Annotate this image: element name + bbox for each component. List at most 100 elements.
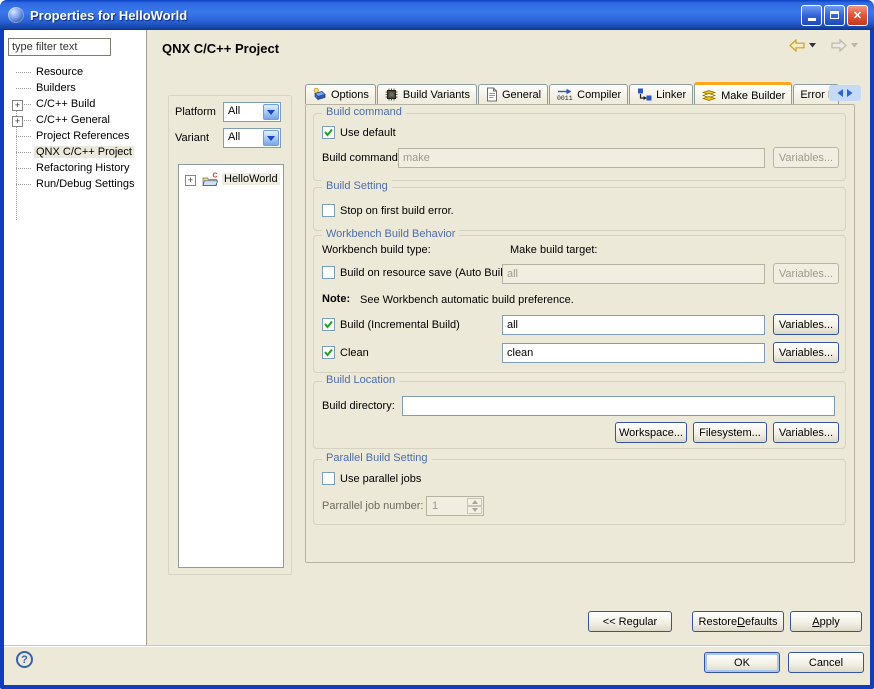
- platform-select[interactable]: All: [223, 102, 281, 122]
- sidebar-item-qnx-project[interactable]: QNX C/C++ Project: [4, 144, 146, 160]
- parallel-build-group: Parallel Build Setting Use parallel jobs…: [313, 459, 846, 525]
- variant-row: Variant All: [175, 128, 281, 148]
- platform-row: Platform All: [175, 102, 281, 122]
- sidebar-item-builders[interactable]: Builders: [4, 80, 146, 96]
- forward-menu-caret-icon: [851, 43, 858, 48]
- back-icon[interactable]: [788, 39, 806, 52]
- project-tree: + C HelloWorld: [178, 164, 284, 568]
- scroll-tabs-right-icon[interactable]: [847, 89, 853, 97]
- group-title: Build Location: [322, 374, 399, 386]
- use-parallel-jobs-checkbox[interactable]: [322, 472, 335, 485]
- sidebar-item-refactoring-history[interactable]: Refactoring History: [4, 160, 146, 176]
- tab-strip: Options Build Variants: [305, 82, 861, 104]
- tab-scroll-controls: [829, 85, 861, 101]
- window-title: Properties for HelloWorld: [30, 8, 801, 23]
- back-menu-caret-icon[interactable]: [809, 43, 816, 48]
- scroll-tabs-left-icon[interactable]: [837, 89, 843, 97]
- incremental-build-checkbox[interactable]: [322, 318, 335, 331]
- build-variants-icon: [384, 87, 399, 102]
- regular-toggle-button[interactable]: << Regular: [588, 611, 672, 632]
- group-title: Build Setting: [322, 180, 392, 192]
- incremental-target-input[interactable]: [502, 315, 765, 335]
- tab-options[interactable]: Options: [305, 84, 376, 104]
- linker-icon: [636, 87, 652, 102]
- clean-target-input[interactable]: [502, 343, 765, 363]
- sidebar-item-project-references[interactable]: Project References: [4, 128, 146, 144]
- help-button[interactable]: ?: [16, 651, 33, 668]
- svg-text:C: C: [213, 172, 218, 179]
- apply-button[interactable]: Apply: [790, 611, 862, 632]
- build-directory-label: Build directory:: [322, 400, 395, 412]
- window-icon: [8, 7, 24, 23]
- maximize-button[interactable]: [824, 5, 845, 26]
- clean-checkbox[interactable]: [322, 346, 335, 359]
- group-title: Build command: [322, 106, 406, 118]
- tab-make-builder[interactable]: Make Builder: [694, 82, 792, 104]
- ok-button[interactable]: OK: [704, 652, 780, 673]
- parallel-job-number-label: Parrallel job number:: [322, 500, 424, 512]
- tab-linker[interactable]: Linker: [629, 84, 693, 104]
- sidebar-item-cpp-general[interactable]: +C/C++ General: [4, 112, 146, 128]
- cancel-button[interactable]: Cancel: [788, 652, 864, 673]
- use-default-row: Use default: [322, 126, 396, 139]
- stepper-arrows: [467, 498, 482, 514]
- variant-select[interactable]: All: [223, 128, 281, 148]
- sidebar-item-run-debug-settings[interactable]: Run/Debug Settings: [4, 176, 146, 192]
- variant-label: Variant: [175, 132, 223, 144]
- platform-label: Platform: [175, 106, 223, 118]
- parallel-job-number-stepper: 1: [426, 496, 484, 516]
- footer-separator: [4, 645, 870, 647]
- compiler-icon: 0011: [556, 87, 573, 102]
- minimize-button[interactable]: [801, 5, 822, 26]
- make-build-target-label: Make build target:: [510, 244, 597, 256]
- build-command-input: [398, 148, 765, 168]
- variables-button: Variables...: [773, 147, 839, 168]
- close-button[interactable]: ✕: [847, 5, 868, 26]
- c-project-folder-icon: C: [201, 172, 219, 187]
- build-setting-group: Build Setting Stop on first build error.: [313, 187, 846, 231]
- tab-general[interactable]: General: [478, 84, 548, 104]
- variables-button[interactable]: Variables...: [773, 314, 839, 335]
- workspace-button[interactable]: Workspace...: [615, 422, 687, 443]
- sidebar-divider: [146, 30, 147, 645]
- chevron-down-icon[interactable]: [263, 130, 279, 146]
- filesystem-button[interactable]: Filesystem...: [693, 422, 767, 443]
- auto-build-checkbox[interactable]: [322, 266, 335, 279]
- tab-compiler[interactable]: 0011 Compiler: [549, 84, 628, 104]
- expand-icon[interactable]: +: [185, 175, 196, 186]
- variables-button: Variables...: [773, 263, 839, 284]
- build-location-group: Build Location Build directory: Workspac…: [313, 381, 846, 449]
- preferences-tree: Resource Builders +C/C++ Build +C/C++ Ge…: [4, 64, 146, 192]
- stepper-down-icon: [467, 506, 482, 514]
- stop-on-error-checkbox[interactable]: [322, 204, 335, 217]
- restore-defaults-button[interactable]: Restore Defaults: [692, 611, 784, 632]
- history-nav: [788, 39, 858, 52]
- expand-icon[interactable]: +: [12, 116, 23, 127]
- title-bar[interactable]: Properties for HelloWorld ✕: [0, 0, 874, 30]
- dialog-body: Resource Builders +C/C++ Build +C/C++ Ge…: [4, 30, 870, 685]
- filter-input[interactable]: [8, 38, 111, 56]
- svg-text:0011: 0011: [557, 95, 573, 102]
- note-text: See Workbench automatic build preference…: [360, 294, 574, 306]
- build-directory-input[interactable]: [402, 396, 835, 416]
- chevron-down-icon[interactable]: [263, 104, 279, 120]
- sidebar-item-resource[interactable]: Resource: [4, 64, 146, 80]
- group-title: Workbench Build Behavior: [322, 228, 459, 240]
- variables-button[interactable]: Variables...: [773, 342, 839, 363]
- sidebar-item-cpp-build[interactable]: +C/C++ Build: [4, 96, 146, 112]
- make-builder-panel: Build command Use default Build command:…: [305, 104, 855, 563]
- workbench-build-group: Workbench Build Behavior Workbench build…: [313, 235, 846, 373]
- variables-button[interactable]: Variables...: [773, 422, 839, 443]
- auto-build-row: Build on resource save (Auto Build): [322, 266, 512, 279]
- expand-icon[interactable]: +: [12, 100, 23, 111]
- preferences-sidebar: Resource Builders +C/C++ Build +C/C++ Ge…: [4, 30, 146, 645]
- properties-dialog: Properties for HelloWorld ✕ Resource Bui…: [0, 0, 874, 689]
- stop-on-error-row: Stop on first build error.: [322, 204, 454, 217]
- tab-build-variants[interactable]: Build Variants: [377, 84, 477, 104]
- forward-icon: [830, 39, 848, 52]
- note-label: Note:: [322, 293, 350, 305]
- use-parallel-jobs-row: Use parallel jobs: [322, 472, 421, 485]
- project-item-helloworld[interactable]: + C HelloWorld: [179, 170, 283, 188]
- use-default-checkbox[interactable]: [322, 126, 335, 139]
- platform-variant-panel: Platform All Variant All: [168, 95, 292, 575]
